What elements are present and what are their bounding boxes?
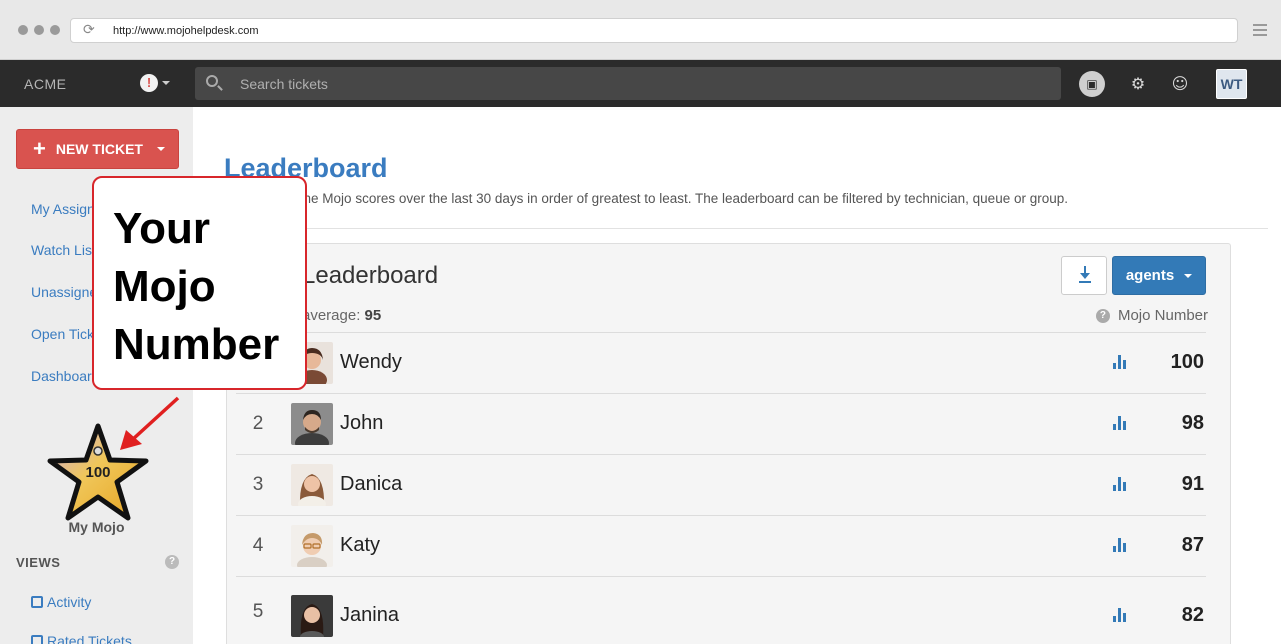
avatar	[291, 595, 333, 637]
new-ticket-button[interactable]: + NEW TICKET	[16, 129, 179, 169]
user-avatar[interactable]: WT	[1216, 69, 1247, 99]
mojo-score: 98	[1181, 412, 1204, 434]
bar-chart-icon[interactable]	[1113, 416, 1128, 430]
mojo-score: 91	[1181, 473, 1204, 495]
views-heading: VIEWS	[16, 555, 61, 570]
mojo-score: 87	[1181, 534, 1204, 556]
agent-name[interactable]: Wendy	[340, 351, 402, 374]
avatar	[291, 525, 333, 567]
mojo-score: 82	[1181, 604, 1204, 626]
my-mojo-label[interactable]: My Mojo	[0, 519, 193, 535]
sidebar-item-rated-tickets[interactable]: Rated Tickets	[31, 633, 132, 644]
book-icon[interactable]: ▣	[1079, 71, 1105, 97]
browser-menu-icon[interactable]	[1253, 24, 1267, 39]
rank-number: 5	[252, 601, 264, 622]
window-dot-icon[interactable]	[34, 25, 44, 35]
agent-name[interactable]: John	[340, 412, 383, 435]
agents-label: agents	[1125, 267, 1175, 284]
download-button[interactable]	[1061, 256, 1107, 295]
average-value: 95	[364, 307, 382, 324]
bar-chart-icon[interactable]	[1113, 608, 1128, 622]
agents-filter-dropdown[interactable]: agents	[1112, 256, 1206, 295]
search-placeholder: Search tickets	[240, 76, 328, 92]
sidebar-item-dashboard[interactable]: Dashboar	[31, 368, 92, 384]
mojo-score-text: 100	[85, 464, 110, 481]
callout-line: Your	[113, 204, 210, 253]
leaderboard-row[interactable]: 1 Wendy 100	[236, 332, 1206, 393]
caret-down-icon	[1184, 273, 1193, 278]
bar-chart-icon[interactable]	[1113, 355, 1128, 369]
agent-name[interactable]: Katy	[340, 534, 380, 557]
sidebar-item-my-assigned[interactable]: My Assign	[31, 201, 95, 217]
average-score: average: 95	[302, 307, 381, 324]
average-label: average:	[302, 307, 365, 324]
leaderboard-row[interactable]: 5 Janina 82	[236, 576, 1206, 637]
bar-chart-icon[interactable]	[1113, 477, 1128, 491]
sidebar-item-open-tickets[interactable]: Open Tick	[31, 326, 94, 342]
window-dot-icon[interactable]	[50, 25, 60, 35]
help-icon[interactable]: ?	[165, 555, 179, 569]
bar-chart-icon[interactable]	[1113, 538, 1128, 552]
annotation-arrow-icon	[120, 396, 180, 450]
page-description: ard displays the Mojo scores over the la…	[224, 191, 1068, 206]
alerts-dropdown[interactable]: !	[140, 74, 170, 92]
search-input[interactable]: Search tickets	[195, 67, 1061, 100]
sidebar-item-activity[interactable]: Activity	[31, 594, 91, 610]
mojo-score: 100	[1170, 351, 1204, 373]
avatar	[291, 464, 333, 506]
help-icon[interactable]: ?	[1095, 308, 1110, 323]
plus-icon: +	[33, 136, 46, 161]
url-text[interactable]: http://www.mojohelpdesk.com	[113, 25, 259, 37]
download-icon	[1079, 266, 1091, 283]
leaderboard-row[interactable]: 3 Danica 91	[236, 454, 1206, 515]
sidebar-item-watch-list[interactable]: Watch Lis	[31, 242, 92, 258]
rank-number: 4	[252, 535, 264, 556]
agent-name[interactable]: Janina	[340, 604, 399, 627]
leaderboard-row[interactable]: 4 Katy 87	[236, 515, 1206, 576]
caret-down-icon	[162, 81, 170, 85]
window-controls	[18, 25, 60, 35]
rank-number: 3	[252, 474, 264, 495]
new-ticket-label: NEW TICKET	[55, 141, 143, 157]
callout-text: Your Mojo Number	[113, 200, 279, 374]
address-bar[interactable]: ⟳ http://www.mojohelpdesk.com	[70, 18, 1238, 43]
sidebar-item-label: Rated Tickets	[47, 633, 132, 644]
gear-icon[interactable]: ⚙	[1125, 71, 1151, 97]
smile-icon[interactable]: ☺	[1167, 71, 1193, 97]
external-link-icon	[31, 635, 43, 644]
caret-down-icon	[156, 147, 165, 151]
mojo-number-label: Mojo Number	[1117, 307, 1208, 324]
sidebar-item-label: Activity	[47, 594, 92, 610]
external-link-icon	[31, 596, 43, 608]
app-header: ACME ! Search tickets ▣ ⚙ ☺ WT	[0, 60, 1281, 107]
main-content: Leaderboard ard displays the Mojo scores…	[193, 128, 1268, 644]
annotation-callout: Your Mojo Number	[92, 176, 307, 390]
reload-icon[interactable]: ⟳	[83, 22, 95, 38]
rank-number: 2	[252, 413, 264, 434]
brand-name[interactable]: ACME	[24, 76, 66, 92]
sidebar-item-unassigned[interactable]: Unassigne	[31, 284, 97, 300]
callout-line: Number	[113, 320, 280, 369]
leaderboard-panel: Leaderboard agents average: 95 ? Mojo Nu…	[226, 243, 1231, 644]
mojo-number-header: ? Mojo Number	[1095, 307, 1208, 324]
alert-icon: !	[140, 74, 158, 92]
window-dot-icon[interactable]	[18, 25, 28, 35]
avatar	[291, 403, 333, 445]
search-icon	[206, 75, 218, 87]
divider	[193, 228, 1268, 229]
callout-line: Mojo	[113, 262, 216, 311]
browser-toolbar: ⟳ http://www.mojohelpdesk.com	[0, 0, 1281, 60]
leaderboard-row[interactable]: 2 John 98	[236, 393, 1206, 454]
agent-name[interactable]: Danica	[340, 473, 402, 496]
